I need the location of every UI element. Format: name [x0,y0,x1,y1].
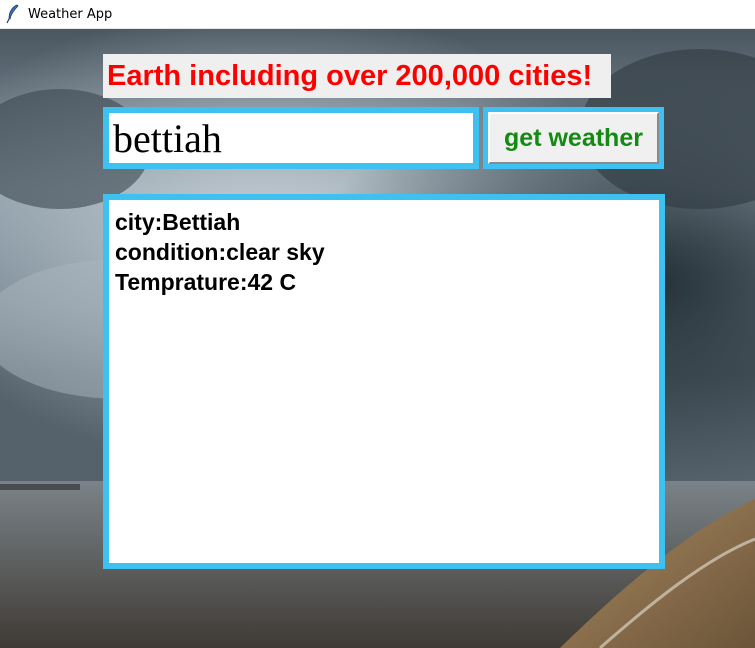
city-input-frame [103,107,479,169]
get-weather-button[interactable]: get weather [488,112,659,164]
get-weather-button-frame: get weather [483,107,664,169]
window-title: Weather App [28,6,113,22]
result-city: city:Bettiah [115,209,241,235]
feather-icon [6,4,19,24]
result-frame: city:Bettiah condition:clear sky Temprat… [103,194,665,569]
title-bar[interactable]: Weather App [0,0,755,29]
result-panel: city:Bettiah condition:clear sky Temprat… [109,200,659,563]
result-condition: condition:clear sky [115,239,325,265]
city-input[interactable] [109,113,473,163]
app-window: Weather App Earth including over 200,000… [0,0,755,648]
banner-heading: Earth including over 200,000 cities! [103,54,611,98]
result-temperature: Temprature:42 C [115,269,297,295]
